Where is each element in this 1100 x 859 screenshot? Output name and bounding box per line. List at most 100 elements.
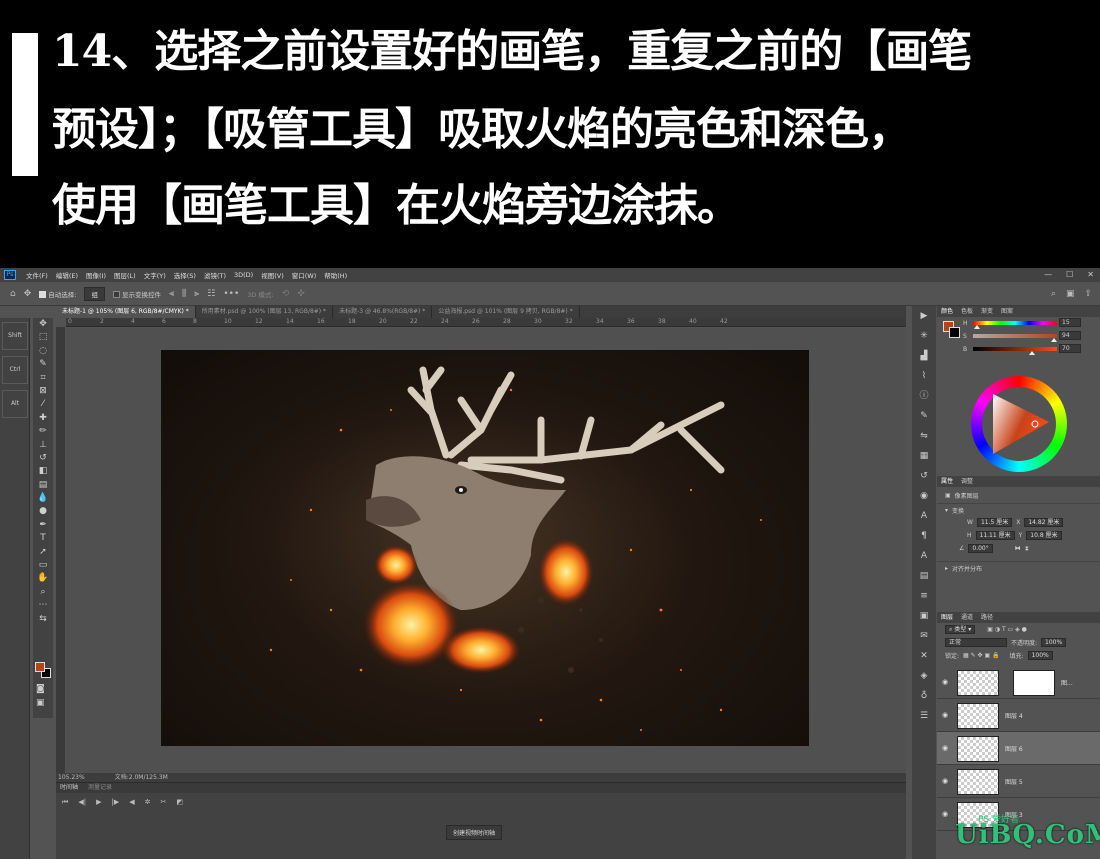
history-brush-icon[interactable]: ↺ [33, 452, 53, 465]
auto-select-target-dropdown[interactable]: 组 [84, 286, 105, 301]
histogram-icon[interactable]: ▟ [912, 346, 936, 366]
distribute-icon[interactable]: ☷ [207, 289, 215, 299]
saturation-value[interactable]: 94 [1059, 331, 1081, 340]
prev-frame-icon[interactable]: ◀| [78, 798, 86, 807]
lock-icons[interactable]: ▦ ✎ ✥ ▣ 🔒 [963, 652, 1000, 659]
menu-3d[interactable]: 3D(D) [230, 271, 257, 279]
glyphs-icon[interactable]: A [912, 546, 936, 566]
visibility-eye-icon[interactable]: ◉ [942, 777, 948, 785]
swatches-icon[interactable]: ◉ [912, 486, 936, 506]
visibility-eye-icon[interactable]: ◉ [942, 744, 948, 752]
width-field[interactable]: 11.5 厘米 [976, 518, 1013, 527]
align-center-icon[interactable]: ⫼ [182, 289, 186, 299]
tab-adjustments[interactable]: 调整 [961, 476, 973, 487]
orbit-3d-icon[interactable]: ⟲ [282, 289, 290, 299]
ctrl-key-button[interactable]: Ctrl [2, 356, 28, 384]
quick-select-tool-icon[interactable]: ✎ [33, 358, 53, 371]
menu-window[interactable]: 窗口(W) [288, 270, 321, 280]
y-field[interactable]: 10.8 厘米 [1026, 531, 1062, 540]
auto-select-checkbox[interactable]: 自动选择: [39, 289, 76, 299]
history-icon[interactable]: ↺ [912, 466, 936, 486]
dodge-tool-icon[interactable]: ● [33, 505, 53, 518]
split-icon[interactable]: ✂ [160, 798, 166, 807]
tab-patterns[interactable]: 图案 [1001, 306, 1013, 317]
clone-stamp-icon[interactable]: ⊥ [33, 439, 53, 452]
visibility-eye-icon[interactable]: ◉ [942, 810, 948, 818]
play-icon[interactable]: ▶ [96, 798, 101, 807]
create-video-timeline-button[interactable]: 创建视频时间轴 [446, 825, 503, 840]
pan-3d-icon[interactable]: ✜ [297, 289, 305, 299]
menu-type[interactable]: 文字(Y) [140, 270, 170, 280]
opacity-field[interactable]: 100% [1041, 638, 1067, 647]
brightness-value[interactable]: 70 [1059, 344, 1081, 353]
home-icon[interactable]: ⌂ [10, 289, 16, 299]
height-field[interactable]: 11.11 厘米 [975, 531, 1015, 540]
layer-row[interactable]: ◉ 图... [937, 666, 1100, 699]
layer-row[interactable]: ◉ 图层 4 [937, 699, 1100, 732]
layer-name[interactable]: 图层 5 [1005, 777, 1023, 786]
hue-value[interactable]: 15 [1059, 318, 1081, 327]
layer-mask-thumbnail[interactable] [1013, 670, 1055, 696]
notes-icon[interactable]: ✉ [912, 626, 936, 646]
tab-document-1[interactable]: 未标题-1 @ 105% (图层 6, RGB/8#/CMYK) * [56, 306, 196, 318]
layer-name[interactable]: 图... [1061, 678, 1073, 687]
tab-paths[interactable]: 路径 [981, 612, 993, 623]
rectangle-tool-icon[interactable]: ▭ [33, 559, 53, 572]
brightness-slider[interactable]: B 70 [937, 343, 1100, 356]
align-left-icon[interactable]: ⫷ [169, 289, 174, 299]
saturation-slider[interactable]: S 94 [937, 330, 1100, 343]
info-icon[interactable]: ⓘ [912, 386, 936, 406]
eraser-tool-icon[interactable]: ◧ [33, 465, 53, 478]
more-tools-icon[interactable]: ⋯ [33, 599, 53, 612]
character-icon[interactable]: A [912, 506, 936, 526]
tab-color[interactable]: 颜色 [941, 306, 953, 317]
frame-tool-icon[interactable]: ⊠ [33, 385, 53, 398]
properties-icon[interactable]: ☰ [912, 706, 936, 726]
path-select-icon[interactable]: ➚ [33, 546, 53, 559]
brush-tool-icon[interactable]: ✏ [33, 425, 53, 438]
tab-gradients[interactable]: 渐变 [981, 306, 993, 317]
pen-tool-icon[interactable]: ✒ [33, 519, 53, 532]
visibility-eye-icon[interactable]: ◉ [942, 711, 948, 719]
tab-layers[interactable]: 图层 [941, 612, 953, 623]
close-icon[interactable]: ✕ [1087, 270, 1094, 279]
tab-document-3[interactable]: 未标题-3 @ 46.8%(RGB/8#) * [333, 306, 433, 318]
hand-tool-icon[interactable]: ✋ [33, 572, 53, 585]
fill-field[interactable]: 100% [1027, 651, 1053, 660]
layer-row-selected[interactable]: ◉ 图层 6 [937, 732, 1100, 765]
zoom-tool-icon[interactable]: ⌕ [33, 586, 53, 599]
filter-icons[interactable]: ▣ ◑ T ▭ ◈ ● [987, 626, 1027, 633]
flip-vertical-icon[interactable]: ⧗ [1025, 545, 1029, 553]
clone-source-icon[interactable]: ⇋ [912, 426, 936, 446]
layer-filter-dropdown[interactable]: ⌕ 类型 ▾ [945, 625, 976, 634]
move-tool-icon[interactable]: ✥ [24, 289, 32, 299]
transition-icon[interactable]: ◩ [176, 798, 183, 807]
menu-select[interactable]: 选择(S) [170, 270, 200, 280]
search-icon[interactable]: ⌕ [1051, 289, 1056, 299]
quick-mask-icon[interactable]: ◙ [36, 684, 45, 694]
first-frame-icon[interactable]: ⏮ [62, 798, 68, 807]
move-tool-icon[interactable]: ✥ [33, 318, 53, 331]
layer-comps-icon[interactable]: ≡ [912, 586, 936, 606]
blend-mode-dropdown[interactable]: 正常 [945, 638, 1007, 647]
brush-presets-icon[interactable]: ⌇ [912, 366, 936, 386]
menu-edit[interactable]: 编辑(E) [52, 270, 82, 280]
play-action-icon[interactable]: ▶ [912, 306, 936, 326]
share-icon[interactable]: ⇪ [1084, 289, 1092, 299]
foreground-color-swatch[interactable] [35, 662, 45, 672]
menu-filter[interactable]: 滤镜(T) [200, 270, 230, 280]
show-transform-controls[interactable]: 显示变换控件 [112, 289, 161, 299]
type-tool-icon[interactable]: T [33, 532, 53, 545]
shift-key-button[interactable]: Shift [2, 322, 28, 350]
canvas-workspace[interactable] [66, 328, 906, 776]
settings-icon[interactable]: ✲ [145, 798, 151, 807]
align-collapse-icon[interactable]: ▸ [945, 565, 948, 572]
marquee-tool-icon[interactable]: ⬚ [33, 331, 53, 344]
tab-document-4[interactable]: 公益海报.psd @ 101% (图层 9 拷贝, RGB/8#) * [432, 306, 580, 318]
workspace-icon[interactable]: ▣ [1066, 289, 1075, 299]
next-frame-icon[interactable]: |▶ [111, 798, 119, 807]
gradient-tool-icon[interactable]: ▤ [33, 479, 53, 492]
lightbulb-icon[interactable]: ♁ [912, 686, 936, 706]
lasso-tool-icon[interactable]: ◌ [33, 345, 53, 358]
channels-icon[interactable]: ▣ [912, 606, 936, 626]
